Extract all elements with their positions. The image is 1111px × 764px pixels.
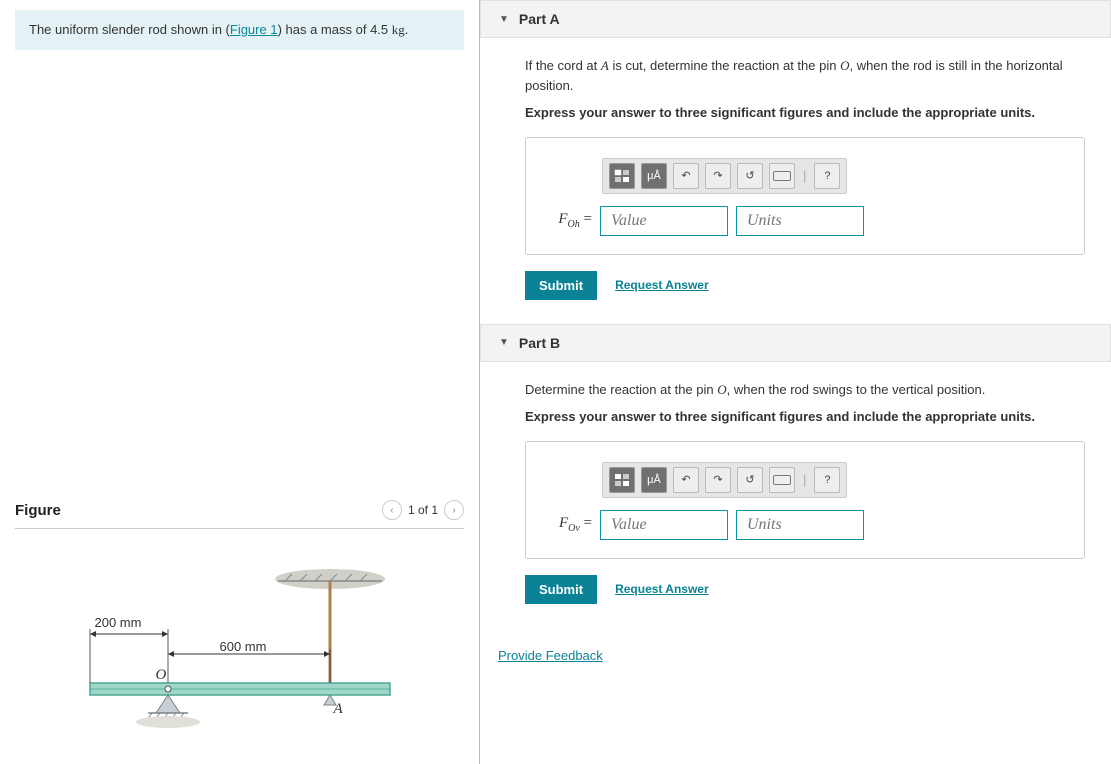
figure-diagram: 200 mm 600 mm O A [60,559,420,754]
problem-text-suffix1: ) has a mass of [278,22,370,37]
feedback-section: Provide Feedback [480,628,1111,683]
problem-mass: 4.5 [370,22,388,37]
figure-prev-button[interactable]: ‹ [382,500,402,520]
left-panel: The uniform slender rod shown in (Figure… [0,0,480,764]
part-a-answer-box: μÅ ↶ ↷ ↺ | ? FOh = [525,137,1085,255]
part-a-request-answer-link[interactable]: Request Answer [615,278,709,292]
part-b-units-input[interactable] [736,510,864,540]
provide-feedback-link[interactable]: Provide Feedback [498,648,603,663]
undo-button[interactable]: ↶ [673,467,699,493]
figure-header: Figure ‹ 1 of 1 › [15,492,464,529]
keyboard-icon [773,475,791,485]
part-b-toolbar: μÅ ↶ ↷ ↺ | ? [602,462,847,498]
figure-page-indicator: 1 of 1 [408,503,438,517]
keyboard-icon [773,171,791,181]
part-a-units-input[interactable] [736,206,864,236]
dim-600: 600 mm [220,639,267,654]
part-b-submit-button[interactable]: Submit [525,575,597,604]
part-a-title: Part A [519,11,560,27]
keyboard-button[interactable] [769,163,795,189]
right-panel: ▼ Part A If the cord at A is cut, determ… [480,0,1111,764]
keyboard-button[interactable] [769,467,795,493]
part-b-value-input[interactable] [600,510,728,540]
figure-title: Figure [15,502,61,519]
figure-link[interactable]: Figure 1 [230,22,278,37]
figure-body: 200 mm 600 mm O A [15,529,464,754]
part-b-body: Determine the reaction at the pin O, whe… [480,380,1111,628]
help-button[interactable]: ? [814,467,840,493]
part-a-body: If the cord at A is cut, determine the r… [480,56,1111,324]
template-button[interactable] [609,467,635,493]
part-a-actions: Submit Request Answer [525,271,1081,300]
problem-mass-unit: kg [392,22,405,37]
reset-button[interactable]: ↺ [737,467,763,493]
problem-text-prefix: The uniform slender rod shown in ( [29,22,230,37]
part-b-title: Part B [519,335,560,351]
label-O: O [156,667,167,684]
part-a-express: Express your answer to three significant… [525,103,1081,123]
caret-down-icon: ▼ [499,14,509,25]
figure-section: Figure ‹ 1 of 1 › [15,492,464,754]
special-chars-button[interactable]: μÅ [641,163,667,189]
part-a-header[interactable]: ▼ Part A [480,0,1111,38]
figure-next-button[interactable]: › [444,500,464,520]
label-A: A [334,701,343,718]
part-a-submit-button[interactable]: Submit [525,271,597,300]
toolbar-separator: | [801,168,808,183]
part-b-answer-row: FOv = [542,510,1068,540]
part-a-answer-row: FOh = [542,206,1068,236]
problem-text-suffix2: . [405,22,409,37]
dim-200: 200 mm [95,615,142,630]
part-b-express: Express your answer to three significant… [525,407,1081,427]
part-b-prompt: Determine the reaction at the pin O, whe… [525,380,1081,400]
figure-nav: ‹ 1 of 1 › [382,500,464,520]
template-button[interactable] [609,163,635,189]
part-a-var: FOh = [542,211,592,230]
part-a-toolbar: μÅ ↶ ↷ ↺ | ? [602,158,847,194]
undo-button[interactable]: ↶ [673,163,699,189]
help-button[interactable]: ? [814,163,840,189]
part-a-value-input[interactable] [600,206,728,236]
part-b-header[interactable]: ▼ Part B [480,324,1111,362]
redo-button[interactable]: ↷ [705,467,731,493]
redo-button[interactable]: ↷ [705,163,731,189]
part-b-actions: Submit Request Answer [525,575,1081,604]
part-b-answer-box: μÅ ↶ ↷ ↺ | ? FOv = [525,441,1085,559]
part-a-prompt: If the cord at A is cut, determine the r… [525,56,1081,95]
caret-down-icon: ▼ [499,337,509,348]
problem-statement: The uniform slender rod shown in (Figure… [15,10,464,50]
toolbar-separator: | [801,472,808,487]
reset-button[interactable]: ↺ [737,163,763,189]
special-chars-button[interactable]: μÅ [641,467,667,493]
part-b-request-answer-link[interactable]: Request Answer [615,582,709,596]
part-b-var: FOv = [542,515,592,534]
